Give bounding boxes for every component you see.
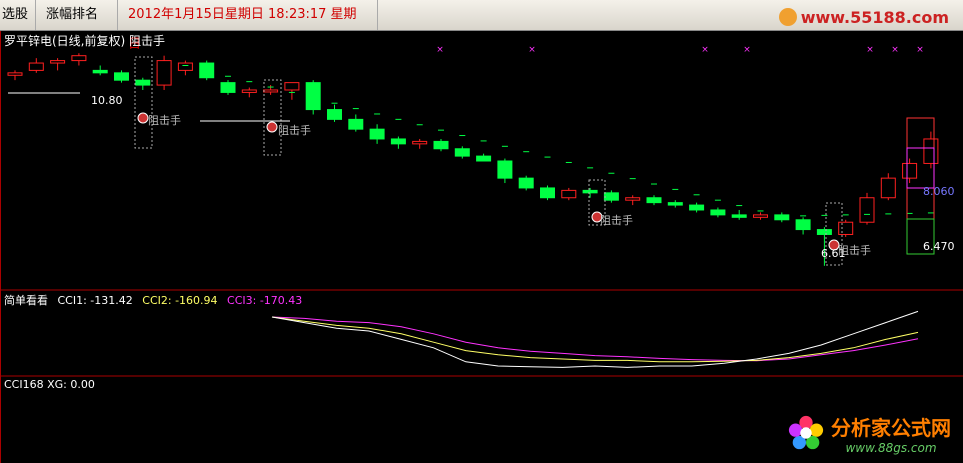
flower-logo-icon bbox=[788, 415, 824, 450]
bottom-pane-label: CCI168 XG: 0.00 bbox=[4, 378, 95, 391]
candle bbox=[625, 195, 641, 206]
signal-label-4: 阻击手 bbox=[838, 244, 871, 257]
candle bbox=[412, 138, 428, 149]
candle bbox=[369, 124, 385, 144]
top-toolbar: 选股 涨幅排名 2012年1月15日星期日 18:23:17 星期日 www.5… bbox=[0, 0, 963, 52]
right-value-label-2: 6.470 bbox=[923, 240, 955, 253]
signal-label-2: 阻击手 bbox=[278, 124, 311, 137]
watermark-title: 分析家公式网 bbox=[831, 416, 951, 440]
candle bbox=[859, 192, 875, 225]
signal-box bbox=[134, 56, 153, 149]
candle bbox=[497, 158, 513, 184]
candle bbox=[880, 173, 896, 201]
candle bbox=[220, 80, 236, 95]
candle bbox=[540, 185, 555, 201]
candle bbox=[433, 138, 449, 152]
candle bbox=[731, 209, 747, 220]
candle bbox=[71, 53, 87, 66]
cci3-value: CCI3: -170.43 bbox=[227, 294, 303, 307]
candle bbox=[92, 65, 108, 76]
candle bbox=[241, 87, 257, 98]
right-value-label-1: 8.060 bbox=[923, 185, 955, 198]
cci1-value: CCI1: -131.42 bbox=[57, 294, 133, 307]
signal-icon bbox=[266, 121, 278, 133]
logo-icon bbox=[778, 8, 797, 26]
candle bbox=[156, 55, 172, 90]
candle bbox=[177, 60, 193, 76]
cci3-line bbox=[271, 316, 919, 362]
signal-marker: × bbox=[891, 45, 899, 55]
chart-overlays: × × × × × × × bbox=[8, 45, 935, 266]
candle bbox=[667, 200, 683, 208]
candle bbox=[603, 190, 619, 203]
signal-marker: × bbox=[866, 45, 874, 55]
signal-icon bbox=[137, 112, 149, 124]
candle bbox=[561, 187, 577, 201]
candle bbox=[923, 131, 939, 169]
cci-pane-header: 简单看看 CCI1: -131.42 CCI2: -160.94 CCI3: -… bbox=[4, 292, 302, 308]
signal-label-1: 阻击手 bbox=[148, 114, 181, 127]
candlestick-series bbox=[7, 53, 939, 266]
signal-marker: × bbox=[743, 45, 751, 55]
candle bbox=[795, 217, 811, 235]
cci1-line bbox=[271, 310, 919, 368]
candle bbox=[114, 70, 129, 83]
tab-stock-selection[interactable]: 选股 bbox=[0, 0, 36, 30]
candle bbox=[135, 77, 151, 90]
candle bbox=[7, 70, 23, 81]
signal-marker: × bbox=[916, 45, 924, 55]
candle bbox=[28, 58, 44, 73]
candle bbox=[284, 82, 300, 100]
candle bbox=[518, 175, 534, 191]
stock-chart[interactable]: × × × × × × × bbox=[0, 31, 963, 463]
tab-gain-ranking[interactable]: 涨幅排名 bbox=[36, 0, 118, 30]
site-watermark-bottom: 分析家公式网 www.88gs.com bbox=[788, 412, 951, 455]
candle bbox=[327, 104, 342, 122]
signal-marker: × bbox=[436, 45, 444, 55]
candle bbox=[710, 207, 726, 218]
candle bbox=[646, 195, 662, 206]
candle bbox=[902, 158, 918, 184]
candle bbox=[476, 153, 492, 162]
watermark-url: www.88gs.com bbox=[845, 441, 937, 455]
candle bbox=[582, 187, 598, 198]
candle bbox=[774, 212, 790, 223]
cci-lines bbox=[271, 310, 919, 368]
candle bbox=[689, 202, 705, 213]
high-price-label: 10.80 bbox=[91, 94, 123, 107]
datetime-display: 2012年1月15日星期日 18:23:17 星期日 bbox=[118, 0, 378, 52]
candle bbox=[390, 136, 406, 149]
signal-marker: × bbox=[701, 45, 709, 55]
candle bbox=[454, 146, 470, 159]
candle bbox=[348, 114, 364, 132]
signal-marker: × bbox=[528, 45, 536, 55]
candle bbox=[838, 219, 854, 237]
main-pane-title: 罗平锌电(日线,前复权) 阻击手 bbox=[4, 34, 165, 48]
candle bbox=[50, 58, 66, 71]
site-watermark-top: www.55188.com bbox=[778, 8, 949, 27]
signal-label-3: 阻击手 bbox=[600, 214, 633, 227]
candle bbox=[753, 212, 768, 220]
cci2-value: CCI2: -160.94 bbox=[142, 294, 218, 307]
cci-pane-name: 简单看看 bbox=[4, 294, 48, 307]
